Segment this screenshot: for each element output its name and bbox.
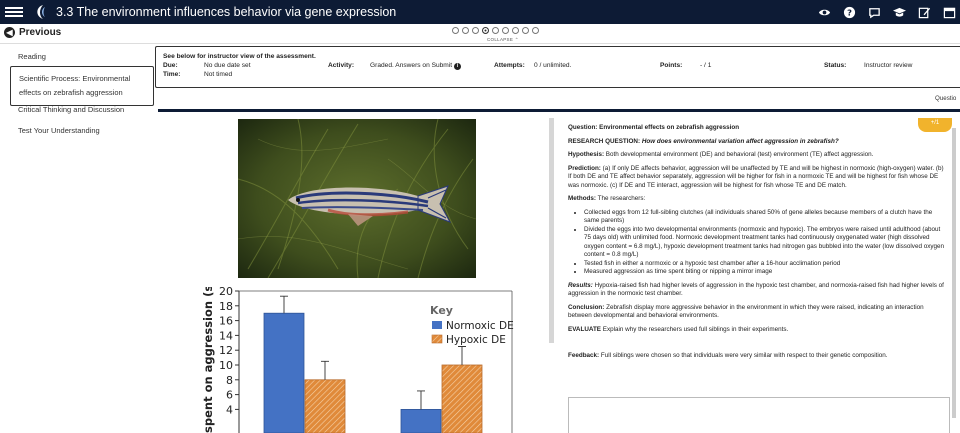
y-tick-label: 6: [226, 389, 233, 402]
page-dot[interactable]: [522, 27, 529, 34]
y-axis-label: spent on aggression (s): [201, 287, 215, 433]
zebrafish-photo: [238, 119, 476, 278]
sidebar-item-test-understanding[interactable]: Test Your Understanding: [0, 126, 118, 135]
error-bar: [321, 360, 329, 380]
y-tick-label: 8: [226, 374, 233, 387]
answer-textarea[interactable]: [568, 397, 950, 433]
aggression-bar-chart: spent on aggression (s) 4 6 8 10 12 14 16 18 20 …: [198, 280, 518, 433]
status-label: Status:: [824, 62, 847, 69]
error-bar: [417, 390, 425, 410]
legend-label-hypoxic: Hypoxic DE: [446, 334, 506, 346]
y-tick-label: 18: [219, 300, 233, 313]
research-question: RESEARCH QUESTION: How does environmenta…: [568, 137, 839, 145]
bar-hypoxic: [441, 364, 483, 433]
error-bar: [280, 295, 288, 314]
edit-icon[interactable]: [918, 6, 931, 19]
chat-icon[interactable]: [868, 6, 881, 19]
page-dot[interactable]: [502, 27, 509, 34]
bar-hypoxic: [304, 379, 346, 433]
y-tick-label: 10: [219, 359, 233, 372]
method-item: Divided the eggs into two developmental …: [584, 226, 948, 260]
arrow-left-icon: ◀: [4, 27, 15, 38]
menu-icon[interactable]: [5, 7, 23, 17]
calendar-icon[interactable]: [943, 6, 956, 19]
page-dot[interactable]: [512, 27, 519, 34]
previous-label: Previous: [19, 27, 62, 38]
conclusion: Conclusion: Zebrafish display more aggre…: [568, 303, 924, 320]
page-dot[interactable]: [452, 27, 459, 34]
legend-label-normoxic: Normoxic DE: [446, 320, 514, 332]
legend-swatch-normoxic: [432, 321, 442, 329]
collapse-toggle[interactable]: COLLAPSE ⌃: [487, 37, 519, 43]
points-label: Points:: [660, 62, 683, 69]
activity-value: Graded. Answers on Submit i: [370, 62, 461, 70]
question-pane: Question: Environmental effects on zebra…: [563, 112, 953, 433]
question-tab[interactable]: Questio: [935, 95, 956, 102]
methods-list: Collected eggs from 12 full-sibling clut…: [568, 209, 948, 277]
method-item: Measured aggression as time spent biting…: [584, 268, 948, 277]
figure-pane: spent on aggression (s) 4 6 8 10 12 14 16 18 20 …: [158, 112, 548, 433]
points-badge: +/1: [918, 118, 952, 132]
app-logo-icon: [37, 5, 45, 19]
evaluate-prompt: EVALUATE Explain why the researchers use…: [568, 325, 789, 333]
time-value: Not timed: [204, 71, 233, 78]
previous-button[interactable]: ◀ Previous: [4, 27, 61, 38]
legend-swatch-hypoxic: [431, 334, 443, 344]
graduation-cap-icon[interactable]: [893, 6, 906, 19]
methods-heading: Methods: The researchers:: [568, 195, 646, 202]
y-tick-label: 16: [219, 315, 233, 328]
bar-normoxic: [400, 409, 442, 433]
y-tick-label: 12: [219, 344, 233, 357]
eye-icon[interactable]: [818, 6, 831, 19]
bar-normoxic: [263, 312, 305, 433]
page-navigation: ◀ Previous COLLAPSE ⌃: [0, 24, 960, 44]
sidebar-item-scientific-process[interactable]: Scientific Process: Environmental effect…: [10, 66, 154, 106]
results: Results: Hypoxia-raised fish had higher …: [568, 281, 944, 298]
page-title: 3.3 The environment influences behavior …: [56, 5, 397, 19]
method-item: Tested fish in either a normoxic or a hy…: [584, 260, 948, 269]
activity-label: Activity:: [328, 62, 355, 69]
feedback: Feedback: Full siblings were chosen so t…: [568, 352, 888, 359]
legend-title: Key: [430, 304, 453, 317]
vertical-scrollbar[interactable]: [952, 128, 956, 418]
due-label: Due:: [163, 62, 178, 69]
page-dot[interactable]: [492, 27, 499, 34]
chart-svg: spent on aggression (s) 468101214161820 …: [201, 280, 514, 433]
points-value: - / 1: [700, 62, 712, 69]
page-dots: [452, 27, 539, 34]
top-bar: 3.3 The environment influences behavior …: [0, 0, 960, 24]
y-tick-label: 20: [219, 287, 233, 298]
y-tick-label: 4: [226, 403, 233, 416]
method-item: Collected eggs from 12 full-sibling clut…: [584, 209, 948, 226]
page-dot[interactable]: [462, 27, 469, 34]
page-dot[interactable]: [482, 27, 489, 34]
hypothesis: Hypothesis: Both developmental environme…: [568, 151, 874, 158]
svg-text:?: ?: [847, 7, 852, 17]
assessment-info-panel: See below for instructor view of the ass…: [155, 46, 960, 88]
sidebar-item-critical-thinking[interactable]: Critical Thinking and Discussion: [0, 105, 142, 114]
page-dot[interactable]: [472, 27, 479, 34]
sidebar-item-reading[interactable]: Reading: [0, 52, 64, 61]
info-icon[interactable]: i: [453, 63, 461, 70]
question-title: Question: Environmental effects on zebra…: [568, 124, 740, 131]
page-dot[interactable]: [532, 27, 539, 34]
due-value: No due date set: [204, 62, 251, 69]
error-bar: [458, 346, 466, 365]
time-label: Time:: [163, 71, 181, 78]
attempts-label: Attempts:: [494, 62, 525, 69]
attempts-value: 0 / unlimited.: [534, 62, 572, 69]
assessment-header: See below for instructor view of the ass…: [163, 53, 316, 60]
status-value: Instructor review: [864, 62, 913, 69]
prediction: Prediction: (a) If only DE affects behav…: [568, 164, 944, 189]
y-tick-label: 14: [219, 329, 233, 342]
pane-splitter[interactable]: [549, 118, 554, 343]
help-icon[interactable]: ?: [843, 6, 856, 19]
